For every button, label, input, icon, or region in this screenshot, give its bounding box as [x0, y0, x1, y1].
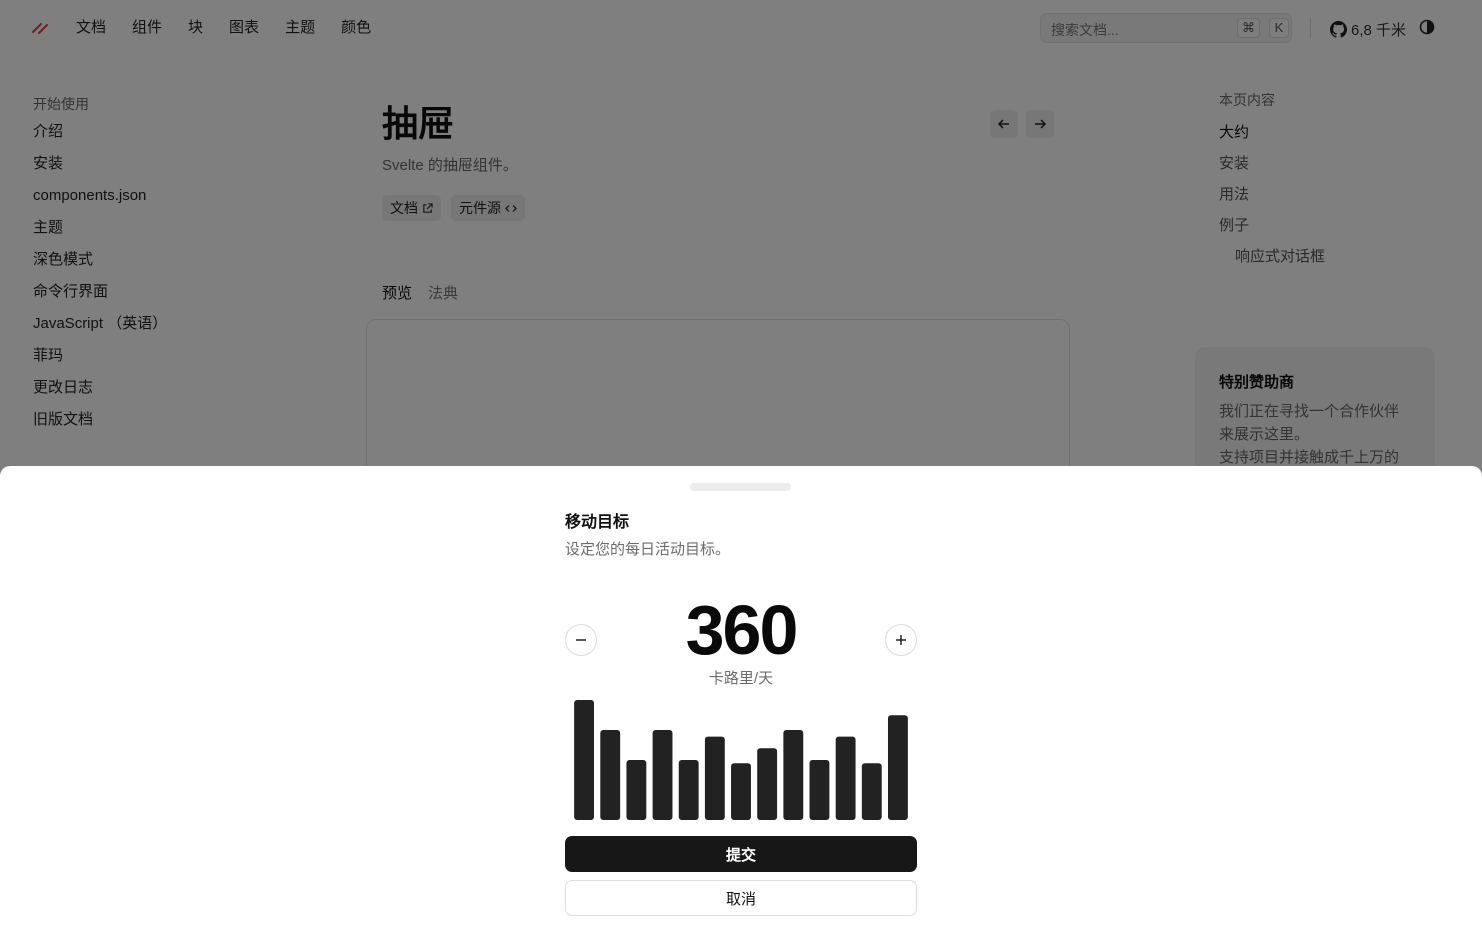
- drawer: 移动目标 设定您的每日活动目标。 360 卡路里/天 提交 取消: [0, 466, 1482, 932]
- cancel-button[interactable]: 取消: [565, 880, 917, 916]
- chart-bar-2: [626, 760, 647, 820]
- submit-button[interactable]: 提交: [565, 836, 917, 872]
- chart-bar-3: [652, 730, 673, 820]
- chart-bar-0: [574, 700, 595, 820]
- chart-bar-7: [757, 748, 778, 820]
- chart-bar-12: [887, 715, 908, 820]
- chart-bar-11: [861, 763, 882, 820]
- drawer-title: 移动目标: [565, 514, 630, 531]
- chart-bar-10: [835, 736, 856, 820]
- chart-bar-5: [704, 736, 725, 820]
- increase-button[interactable]: [885, 624, 917, 656]
- chart-bar-1: [600, 730, 621, 820]
- goal-unit: 卡路里/天: [708, 670, 774, 687]
- chart-bar-8: [783, 730, 804, 820]
- drawer-description: 设定您的每日活动目标。: [565, 541, 731, 558]
- plus-icon: [896, 635, 906, 645]
- goal-value: 360: [685, 591, 799, 669]
- chart-bar-4: [678, 760, 699, 820]
- drawer-handle[interactable]: [690, 483, 791, 491]
- activity-bar-chart: [574, 700, 908, 820]
- chart-bar-6: [731, 763, 751, 820]
- chart-bar-9: [809, 760, 830, 820]
